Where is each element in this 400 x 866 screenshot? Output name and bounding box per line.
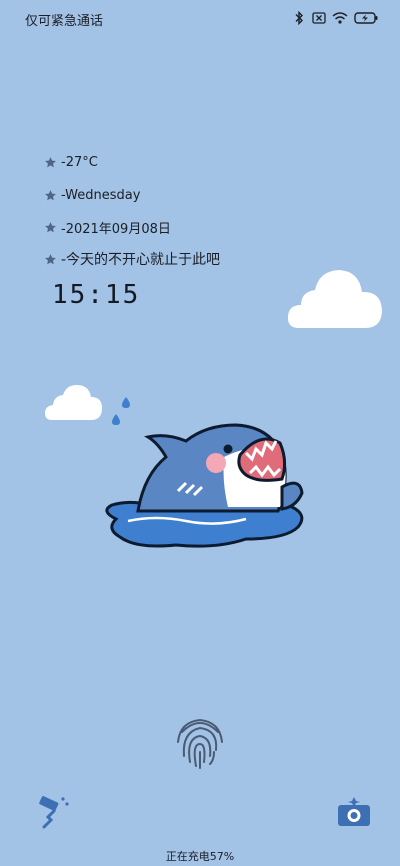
shark-blush	[206, 453, 226, 473]
star-icon	[45, 253, 56, 264]
shark-eye	[223, 444, 233, 454]
date-text: -2021年09月08日	[61, 221, 171, 237]
status-bar: 仅可紧急通话	[0, 0, 400, 34]
bluetooth-icon	[294, 10, 304, 29]
wifi-icon	[332, 10, 348, 29]
cloud-left	[45, 385, 102, 420]
info-message: -今天的不开心就止于此吧	[44, 248, 220, 270]
paint-roller-icon[interactable]	[34, 793, 70, 829]
star-icon	[45, 156, 56, 167]
status-icons	[290, 10, 380, 26]
shark-illustration	[105, 423, 304, 548]
no-sim-icon	[312, 10, 326, 29]
battery-charging-icon	[354, 10, 378, 29]
shark-fin	[280, 481, 304, 511]
weekday-text: -Wednesday	[61, 187, 141, 203]
star-icon	[45, 221, 56, 232]
star-icon	[45, 189, 56, 200]
info-weekday: -Wednesday	[44, 184, 140, 206]
lock-clock: 15:15	[52, 280, 141, 310]
info-temperature: -27°C	[44, 151, 98, 173]
cloud-right	[287, 270, 382, 328]
temperature-text: -27°C	[61, 154, 98, 170]
info-date: -2021年09月08日	[44, 216, 171, 238]
camera-icon[interactable]	[336, 796, 372, 828]
carrier-text: 仅可紧急通话	[25, 14, 104, 29]
fingerprint-icon[interactable]	[170, 712, 230, 772]
message-text: -今天的不开心就止于此吧	[61, 252, 221, 268]
charging-status: 正在充电57%	[165, 850, 235, 863]
